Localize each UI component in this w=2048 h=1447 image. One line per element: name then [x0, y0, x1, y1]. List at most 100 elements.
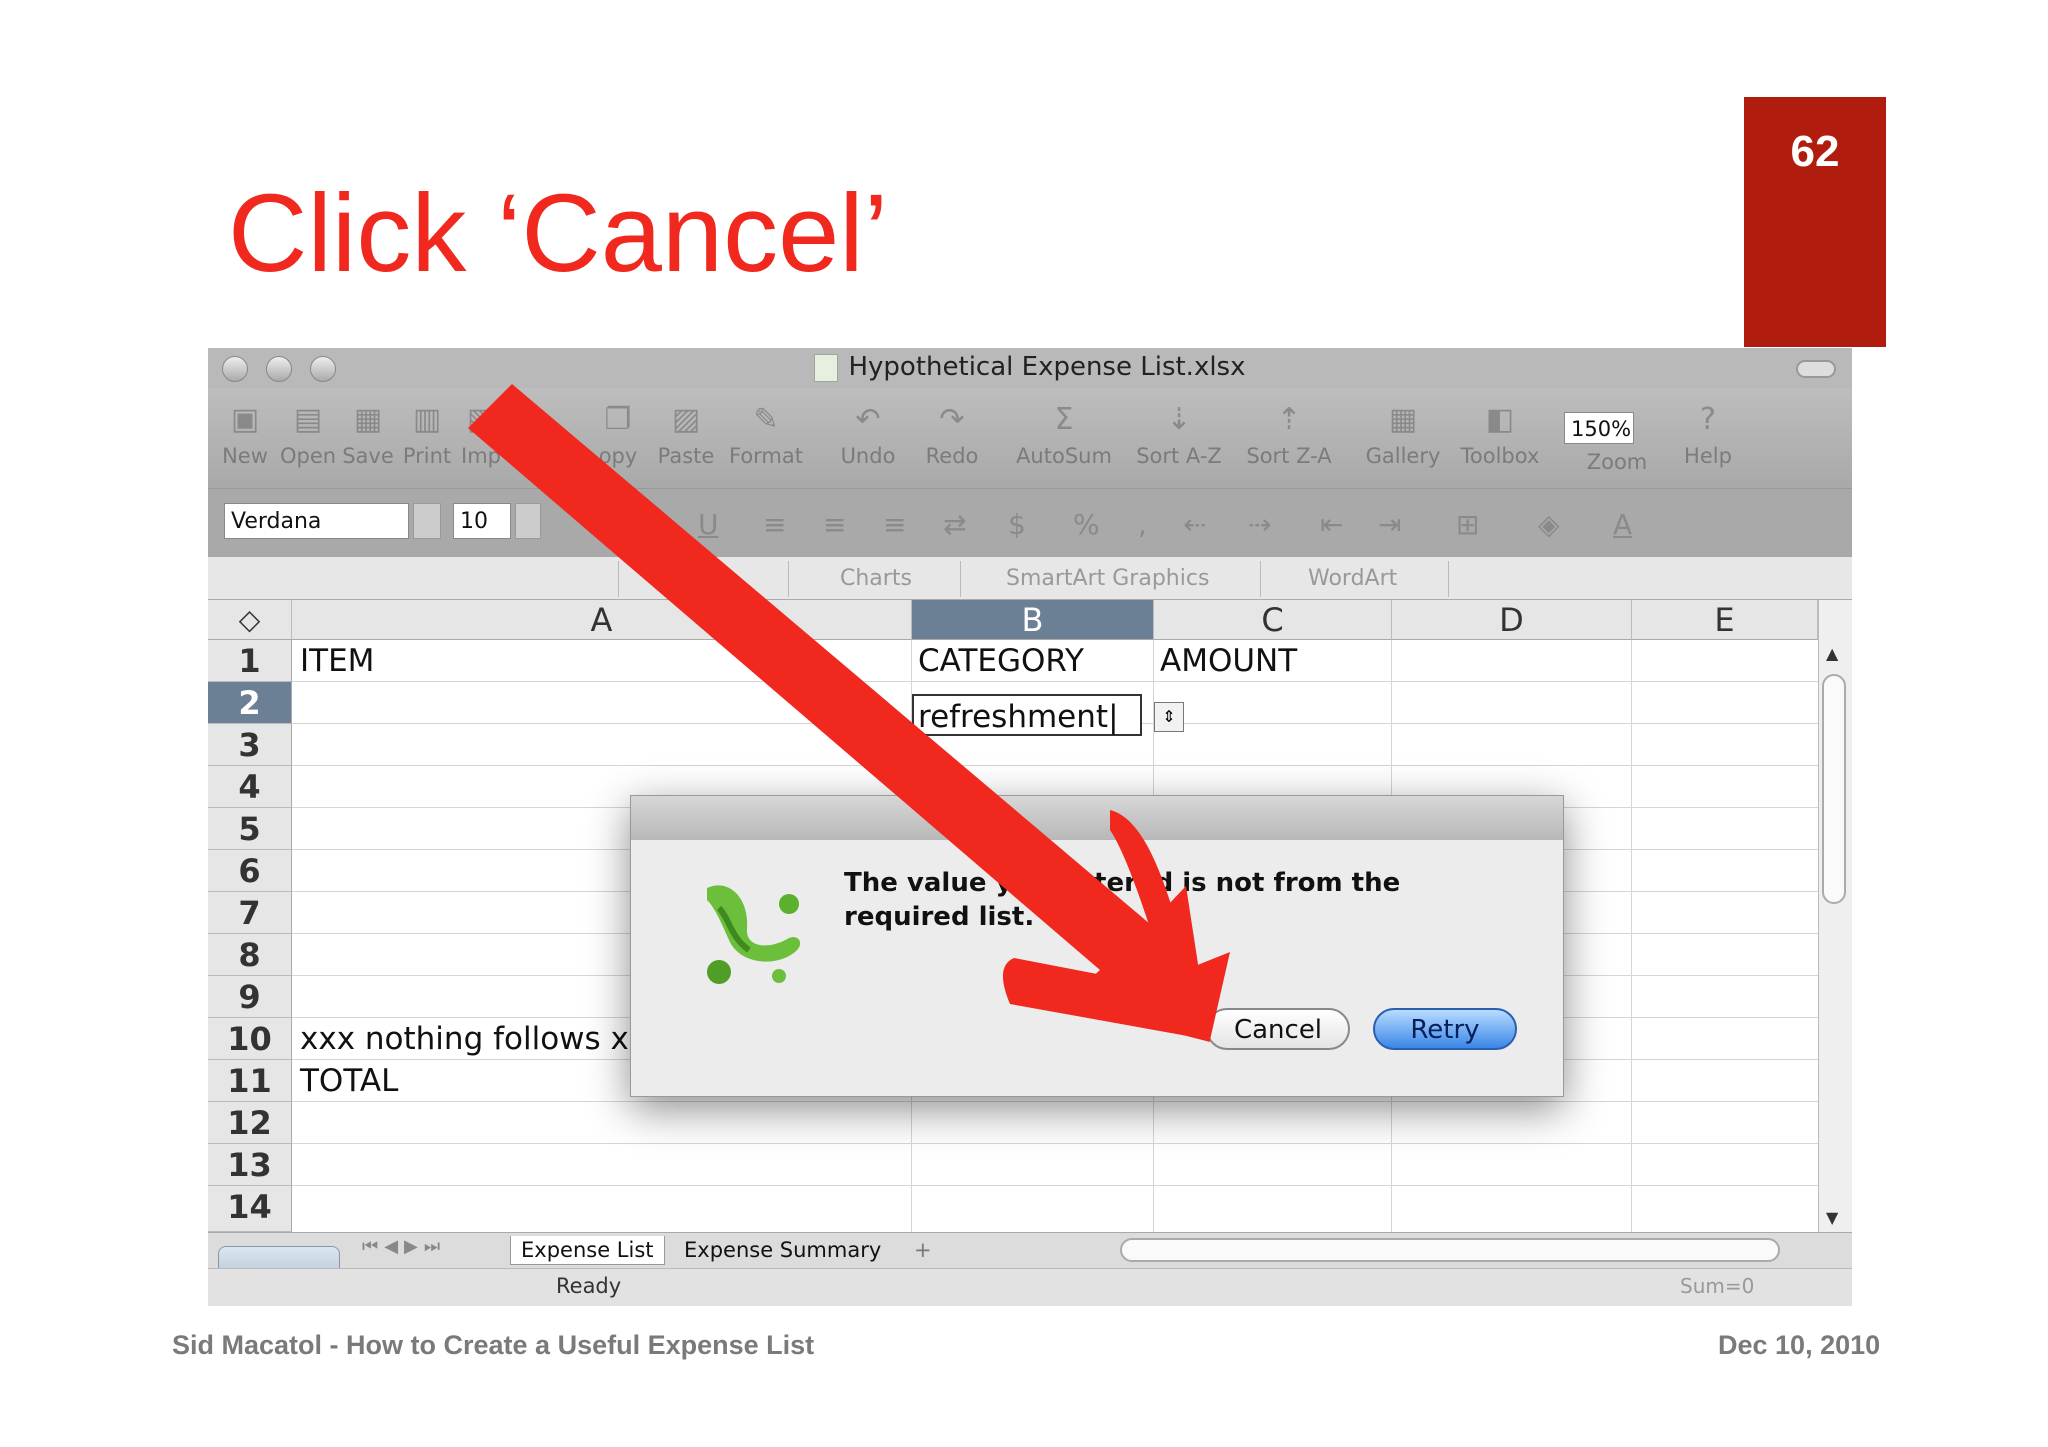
- tab-charts[interactable]: Charts: [840, 566, 912, 591]
- row-header[interactable]: 2: [208, 682, 292, 724]
- font-color-icon[interactable]: A: [1613, 508, 1632, 541]
- cancel-button[interactable]: Cancel: [1206, 1008, 1350, 1050]
- row-header[interactable]: 3: [208, 724, 292, 766]
- row-header[interactable]: 5: [208, 808, 292, 850]
- format-painter-button[interactable]: ✎ Format: [724, 388, 808, 488]
- row-header[interactable]: 1: [208, 640, 292, 682]
- sort-descending-button[interactable]: ⇡ Sort Z-A: [1240, 388, 1338, 488]
- ribbon-separator: [960, 561, 961, 597]
- font-size-dropdown-button[interactable]: [515, 503, 541, 539]
- redo-button[interactable]: ↷ Redo: [922, 388, 982, 488]
- ribbon-separator: [1448, 561, 1449, 597]
- tab-smartart-graphics[interactable]: SmartArt Graphics: [1006, 566, 1209, 591]
- font-name-field[interactable]: Verdana: [224, 503, 409, 539]
- comma-format-icon[interactable]: ,: [1138, 508, 1147, 541]
- borders-icon[interactable]: ⊞: [1456, 508, 1479, 541]
- increase-indent-icon[interactable]: ⇥: [1378, 508, 1401, 541]
- toolbox-button[interactable]: ◧ Toolbox: [1452, 388, 1548, 488]
- paste-button[interactable]: ▨ Paste: [654, 388, 718, 488]
- sort-za-icon: ⇡: [1276, 402, 1302, 437]
- gallery-button[interactable]: ▦ Gallery: [1360, 388, 1446, 488]
- row-header[interactable]: 6: [208, 850, 292, 892]
- scroll-down-icon[interactable]: ▼: [1826, 1208, 1838, 1227]
- excel-app-icon: [707, 885, 801, 984]
- autosum-button[interactable]: Σ AutoSum: [1012, 388, 1116, 488]
- column-header-e[interactable]: E: [1632, 600, 1818, 640]
- sort-ascending-button[interactable]: ⇣ Sort A-Z: [1130, 388, 1228, 488]
- row-header[interactable]: 8: [208, 934, 292, 976]
- cell-b1[interactable]: CATEGORY: [918, 640, 1084, 682]
- row-header[interactable]: 7: [208, 892, 292, 934]
- cell-a1[interactable]: ITEM: [300, 640, 374, 682]
- slide-number-badge: 62: [1744, 97, 1886, 347]
- cell-c1[interactable]: AMOUNT: [1160, 640, 1297, 682]
- row-header[interactable]: 11: [208, 1060, 292, 1102]
- wrap-text-icon[interactable]: ⇄: [943, 508, 966, 541]
- sort-az-icon: ⇣: [1166, 402, 1192, 437]
- gridline: [292, 1143, 1818, 1144]
- row-header[interactable]: 13: [208, 1144, 292, 1186]
- row-header[interactable]: 12: [208, 1102, 292, 1144]
- undo-button[interactable]: ↶ Undo: [838, 388, 898, 488]
- align-left-icon[interactable]: ≡: [763, 508, 786, 541]
- sheet-tab-expense-list[interactable]: Expense List: [510, 1236, 665, 1265]
- cell-a10[interactable]: xxx nothing follows x: [300, 1018, 629, 1060]
- undo-arrow-icon: ↶: [855, 402, 881, 437]
- increase-decimal-icon[interactable]: ⇠: [1183, 508, 1206, 541]
- font-size-field[interactable]: 10: [453, 503, 511, 539]
- column-header-b[interactable]: B: [912, 600, 1154, 640]
- horizontal-scrollbar[interactable]: [1120, 1238, 1780, 1262]
- import-button[interactable]: ▧ Imp: [458, 388, 504, 488]
- open-button[interactable]: ▤ Open: [278, 388, 338, 488]
- validation-dropdown-button[interactable]: ⇕: [1154, 702, 1184, 732]
- dialog-title-bar[interactable]: [631, 796, 1563, 840]
- underline-icon[interactable]: U: [698, 508, 719, 541]
- new-document-icon: ▣: [230, 402, 260, 437]
- align-center-icon[interactable]: ≡: [823, 508, 846, 541]
- vertical-scroll-thumb[interactable]: [1822, 674, 1846, 904]
- bold-icon[interactable]: B: [588, 508, 609, 541]
- align-right-icon[interactable]: ≡: [883, 508, 906, 541]
- column-header-c[interactable]: C: [1154, 600, 1392, 640]
- print-button[interactable]: ▥ Print: [398, 388, 456, 488]
- help-question-icon: ?: [1700, 402, 1716, 437]
- fill-color-icon[interactable]: ◈: [1538, 508, 1560, 541]
- copy-button[interactable]: ❐ opy: [588, 388, 648, 488]
- row-header[interactable]: 14: [208, 1186, 292, 1232]
- redo-arrow-icon: ↷: [939, 402, 965, 437]
- retry-button[interactable]: Retry: [1373, 1008, 1517, 1050]
- dialog-message: The value you entered is not from the re…: [844, 868, 1401, 932]
- import-icon: ▧: [466, 402, 496, 437]
- sum-readout: Sum=0: [1680, 1274, 1755, 1298]
- help-button[interactable]: ? Help: [1676, 388, 1740, 488]
- save-button[interactable]: ▦ Save: [340, 388, 396, 488]
- percent-format-icon[interactable]: %: [1073, 508, 1100, 541]
- status-bar: [208, 1268, 1852, 1306]
- currency-format-icon[interactable]: $: [1008, 508, 1026, 541]
- add-sheet-icon[interactable]: +: [904, 1236, 942, 1264]
- select-all-corner[interactable]: ◇: [208, 600, 292, 640]
- row-header[interactable]: 9: [208, 976, 292, 1018]
- copy-icon: ❐: [604, 402, 632, 437]
- decrease-decimal-icon[interactable]: ⇢: [1248, 508, 1271, 541]
- gridline: [292, 765, 1818, 766]
- scroll-up-icon[interactable]: ▲: [1826, 644, 1838, 663]
- decrease-indent-icon[interactable]: ⇤: [1320, 508, 1343, 541]
- cell-a11[interactable]: TOTAL: [300, 1060, 398, 1102]
- row-header[interactable]: 4: [208, 766, 292, 808]
- new-button[interactable]: ▣ New: [214, 388, 276, 488]
- sheet-tab-expense-summary[interactable]: Expense Summary: [674, 1236, 891, 1264]
- row-header[interactable]: 10: [208, 1018, 292, 1060]
- gridline: [1631, 640, 1632, 1232]
- column-header-a[interactable]: A: [292, 600, 912, 640]
- toolbar-toggle-button[interactable]: [1796, 360, 1836, 378]
- window-title-text: Hypothetical Expense List.xlsx: [848, 352, 1246, 382]
- column-header-d[interactable]: D: [1392, 600, 1632, 640]
- window-title: Hypothetical Expense List.xlsx: [208, 352, 1852, 382]
- slide-title: Click ‘Cancel’: [228, 172, 889, 295]
- tab-wordart[interactable]: WordArt: [1308, 566, 1397, 591]
- paste-clipboard-icon: ▨: [671, 402, 701, 437]
- cell-b2-editor[interactable]: refreshment|: [912, 694, 1142, 736]
- font-dropdown-button[interactable]: [413, 503, 441, 539]
- sheet-nav-arrows-icon[interactable]: ⏮◀▶⏭: [362, 1236, 446, 1257]
